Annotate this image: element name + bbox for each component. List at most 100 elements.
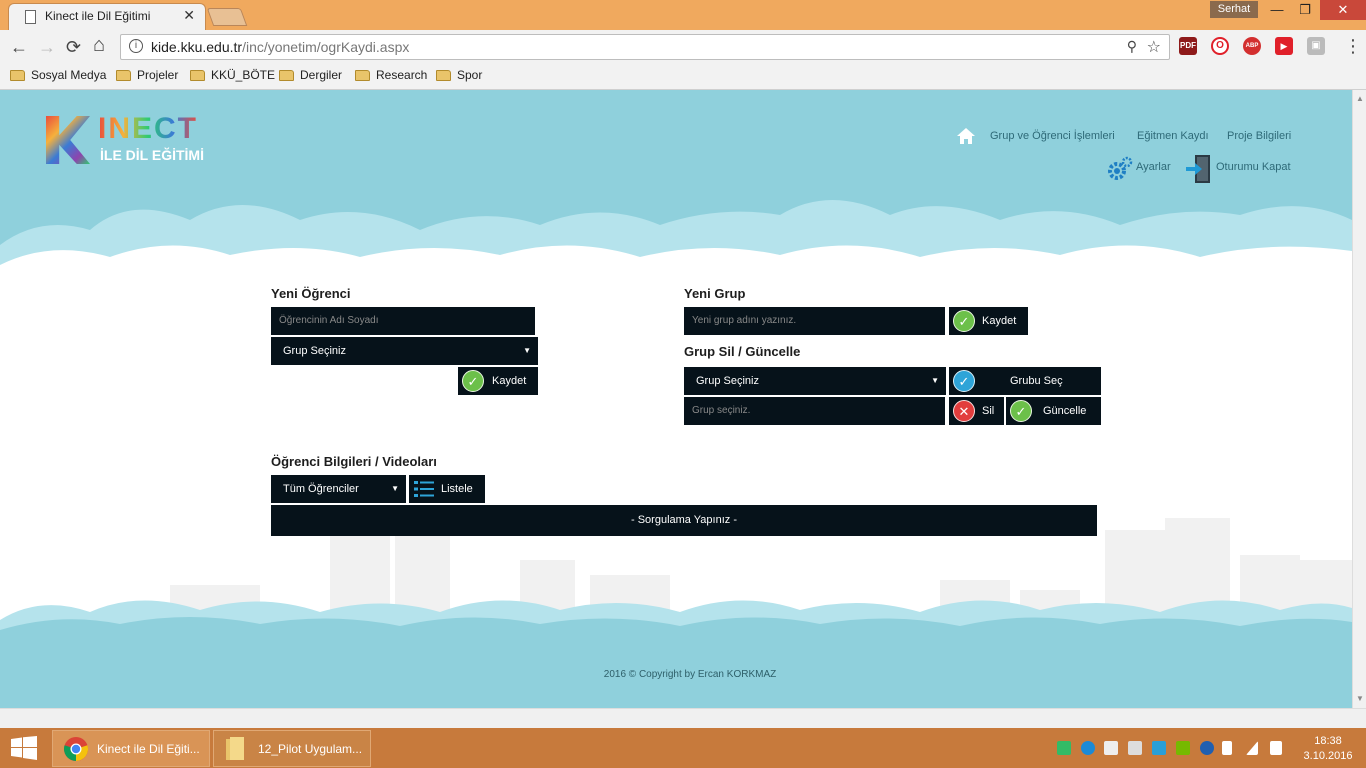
scroll-down-icon[interactable]: ▼	[1356, 694, 1364, 703]
nav-group-student[interactable]: Grup ve Öğrenci İşlemleri	[990, 130, 1115, 142]
folder-icon	[10, 69, 25, 81]
browser-toolbar: ← → ⟳ ⌂ i kide.kku.edu.tr/inc/yonetim/og…	[0, 30, 1366, 64]
folder-icon	[436, 69, 451, 81]
logo-subtitle: İLE DİL EĞİTİMİ	[100, 147, 204, 163]
dropdown-arrow-icon: ▼	[391, 484, 399, 493]
opera-extension-icon[interactable]: O	[1211, 37, 1229, 55]
logo-word: INECT	[98, 112, 198, 145]
system-clock[interactable]: 18:38 3.10.2016	[1296, 734, 1360, 764]
nav-trainer[interactable]: Eğitmen Kaydı	[1137, 130, 1209, 142]
cloud-band-bottom	[0, 600, 1352, 635]
back-arrow-icon[interactable]: ←	[10, 37, 28, 58]
url-text: kide.kku.edu.tr/inc/yonetim/ogrKaydi.asp…	[151, 39, 410, 55]
student-name-input[interactable]: Öğrencinin Adı Soyadı	[271, 307, 535, 335]
folder-icon	[355, 69, 370, 81]
delete-x-icon: ✕	[953, 400, 975, 422]
address-bar[interactable]: i kide.kku.edu.tr/inc/yonetim/ogrKaydi.a…	[120, 34, 1170, 60]
bookmark-star-icon[interactable]: ☆	[1147, 37, 1161, 57]
new-tab-button[interactable]	[206, 8, 248, 26]
page-icon	[25, 10, 36, 24]
windows-taskbar: Kinect ile Dil Eğiti... 12_Pilot Uygulam…	[0, 728, 1366, 768]
adblock-extension-icon[interactable]: ABP	[1243, 37, 1261, 55]
check-circle-icon: ✓	[953, 370, 975, 392]
tray-skype-icon[interactable]	[1081, 741, 1095, 755]
bookmark-folder[interactable]: Spor	[436, 68, 482, 82]
tray-network-app-icon[interactable]	[1152, 741, 1166, 755]
scroll-up-icon[interactable]: ▲	[1356, 94, 1364, 103]
tab-close-icon[interactable]: ✕	[183, 7, 195, 24]
zoom-icon[interactable]: ⚲	[1127, 38, 1137, 55]
tray-device-icon[interactable]	[1128, 741, 1142, 755]
new-group-title: Yeni Grup	[684, 286, 746, 301]
group-name-input[interactable]: Yeni grup adını yazınız.	[684, 307, 945, 335]
home-icon[interactable]: ⌂	[93, 34, 105, 57]
browser-bottom-edge	[0, 708, 1366, 728]
media-extension-icon[interactable]: ▶	[1275, 37, 1293, 55]
folder-icon	[116, 69, 131, 81]
browser-tab-active[interactable]: Kinect ile Dil Eğitimi ✕	[8, 3, 206, 30]
folder-icon	[279, 69, 294, 81]
bookmark-folder[interactable]: Dergiler	[279, 68, 342, 82]
nav-project[interactable]: Proje Bilgileri	[1227, 130, 1291, 142]
page-viewport: INECT İLE DİL EĞİTİMİ Grup ve Öğrenci İş…	[0, 90, 1352, 708]
bookmarks-bar: Sosyal Medya Projeler KKÜ_BÖTE Dergiler …	[0, 64, 1366, 90]
minimize-button[interactable]: —	[1262, 0, 1292, 20]
student-filter-select[interactable]: Tüm Öğrenciler ▼	[271, 475, 406, 503]
tray-security-icon[interactable]	[1104, 741, 1118, 755]
taskbar-chrome-item[interactable]: Kinect ile Dil Eğiti...	[52, 730, 210, 767]
cloud-band-top	[0, 200, 1352, 280]
taskbar-folder-label: 12_Pilot Uygulam...	[258, 741, 363, 756]
list-icon	[414, 481, 434, 497]
windows-start-icon[interactable]	[10, 736, 38, 760]
bookmark-folder[interactable]: KKÜ_BÖTE	[190, 68, 275, 82]
bookmark-folder[interactable]: Sosyal Medya	[10, 68, 106, 82]
maximize-button[interactable]: ❐	[1290, 0, 1320, 20]
reload-icon[interactable]: ⟳	[66, 37, 81, 58]
student-group-select[interactable]: Grup Seçiniz ▼	[271, 337, 538, 365]
nav-settings[interactable]: Ayarlar	[1136, 161, 1171, 173]
pdf-extension-icon[interactable]: PDF	[1179, 37, 1197, 55]
tray-app-icon[interactable]	[1057, 741, 1071, 755]
taskbar-chrome-label: Kinect ile Dil Eğiti...	[97, 741, 200, 756]
save-student-button[interactable]: ✓ Kaydet	[458, 367, 538, 395]
select-group-button[interactable]: ✓ Grubu Seç	[949, 367, 1101, 395]
dropdown-arrow-icon: ▼	[931, 376, 939, 385]
copyright-text: 2016 © Copyright by Ercan KORKMAZ	[603, 669, 777, 680]
check-icon: ✓	[1010, 400, 1032, 422]
save-group-button[interactable]: ✓ Kaydet	[949, 307, 1028, 335]
student-info-title: Öğrenci Bilgileri / Videoları	[271, 454, 437, 469]
folder-icon	[190, 69, 205, 81]
page-scrollbar[interactable]: ▲ ▼	[1352, 90, 1366, 708]
info-icon[interactable]: i	[129, 39, 143, 53]
gear-icon[interactable]	[1107, 156, 1133, 182]
tray-nvidia-icon[interactable]	[1176, 741, 1190, 755]
tray-bluetooth-icon[interactable]	[1200, 741, 1214, 755]
check-icon: ✓	[953, 310, 975, 332]
window-close-button[interactable]: ✕	[1320, 0, 1366, 20]
home-icon[interactable]	[956, 127, 976, 145]
profile-badge[interactable]: Serhat	[1210, 1, 1258, 18]
check-icon: ✓	[462, 370, 484, 392]
nav-logout[interactable]: Oturumu Kapat	[1216, 161, 1291, 173]
delete-group-button[interactable]: ✕ Sil	[949, 397, 1004, 425]
list-button[interactable]: Listele	[409, 475, 485, 503]
forward-arrow-icon[interactable]: →	[38, 37, 56, 58]
logout-door-icon[interactable]	[1185, 154, 1211, 184]
tray-volume-icon[interactable]	[1270, 741, 1282, 755]
bookmark-folder[interactable]: Projeler	[116, 68, 178, 82]
taskbar-folder-item[interactable]: 12_Pilot Uygulam...	[213, 730, 371, 767]
tray-wifi-icon[interactable]	[1246, 741, 1258, 755]
file-explorer-icon	[226, 736, 244, 760]
tab-title: Kinect ile Dil Eğitimi	[45, 9, 151, 23]
update-group-button[interactable]: ✓ Güncelle	[1006, 397, 1101, 425]
group-edit-title: Grup Sil / Güncelle	[684, 344, 801, 359]
edit-group-name-input[interactable]: Grup seçiniz.	[684, 397, 945, 425]
edit-group-select[interactable]: Grup Seçiniz ▼	[684, 367, 946, 395]
chrome-icon	[63, 736, 89, 761]
query-result-bar: - Sorgulama Yapınız -	[271, 505, 1097, 536]
extension-icon[interactable]: ▣	[1307, 37, 1325, 55]
tray-battery-icon[interactable]	[1222, 741, 1232, 755]
chrome-menu-icon[interactable]: ⋮	[1344, 36, 1362, 57]
tab-strip: Kinect ile Dil Eğitimi ✕ Serhat — ❐ ✕	[0, 0, 1366, 30]
bookmark-folder[interactable]: Research	[355, 68, 427, 82]
